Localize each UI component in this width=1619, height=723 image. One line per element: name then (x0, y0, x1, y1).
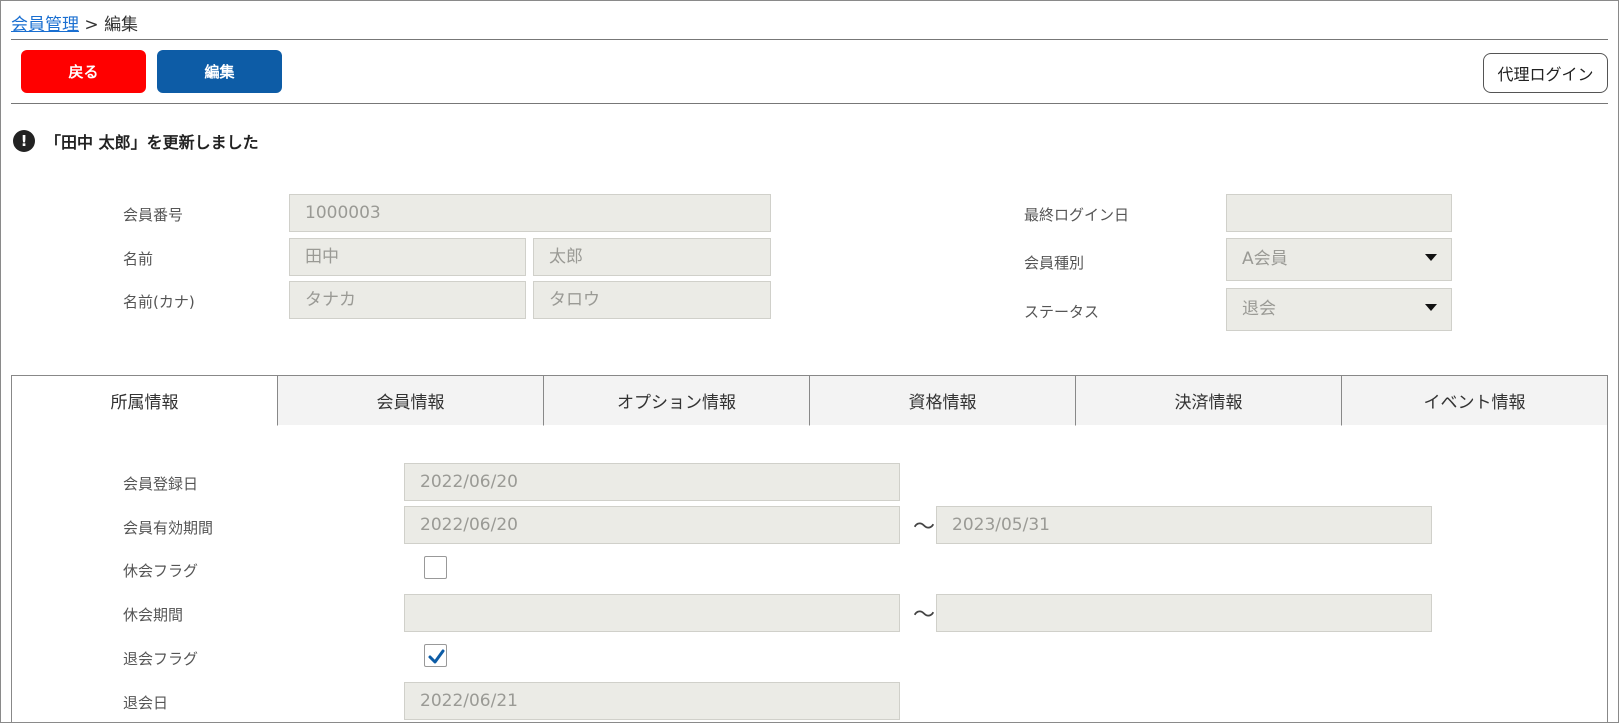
validity-from-field[interactable]: 2022/06/20 (404, 506, 900, 544)
suspend-to-field[interactable] (936, 594, 1432, 632)
tab-payment-info[interactable]: 決済情報 (1075, 376, 1341, 426)
status-value: 退会 (1242, 299, 1276, 319)
suspend-tilde: 〜 (913, 603, 936, 628)
member-type-select[interactable]: A会員 (1226, 238, 1452, 281)
withdraw-date-field[interactable]: 2022/06/21 (404, 682, 900, 720)
breadcrumb-current: 編集 (104, 15, 139, 35)
validity-tilde: 〜 (913, 515, 936, 540)
withdraw-date-label: 退会日 (123, 694, 169, 712)
exclamation-icon: ! (13, 130, 35, 152)
tab-event-info[interactable]: イベント情報 (1341, 376, 1607, 426)
tab-qualification-info[interactable]: 資格情報 (809, 376, 1075, 426)
name-kana-label: 名前(カナ) (123, 293, 195, 311)
tab-bar: 所属情報 会員情報 オプション情報 資格情報 決済情報 イベント情報 (12, 376, 1607, 426)
last-login-field[interactable] (1226, 194, 1452, 232)
last-name-field[interactable]: 田中 (289, 238, 526, 276)
status-select[interactable]: 退会 (1226, 288, 1452, 331)
registration-date-field[interactable]: 2022/06/20 (404, 463, 900, 501)
withdraw-flag-checkbox[interactable] (424, 644, 447, 667)
top-divider (11, 39, 1608, 40)
checkmark-icon (428, 649, 445, 664)
first-name-kana-field[interactable]: タロウ (533, 281, 771, 319)
suspend-from-field[interactable] (404, 594, 900, 632)
tab-affiliation[interactable]: 所属情報 (12, 376, 277, 426)
breadcrumb-separator: > (79, 15, 105, 35)
validity-period-label: 会員有効期間 (123, 519, 214, 537)
toolbar-divider (11, 103, 1608, 104)
notice-message: 「田中 太郎」を更新しました (45, 133, 259, 152)
back-button[interactable]: 戻る (21, 50, 146, 93)
update-notice: ! 「田中 太郎」を更新しました (13, 129, 259, 153)
first-name-field[interactable]: 太郎 (533, 238, 771, 276)
breadcrumb: 会員管理 > 編集 (11, 10, 138, 35)
registration-date-label: 会員登録日 (123, 475, 199, 493)
suspend-period-label: 休会期間 (123, 606, 184, 624)
breadcrumb-link-member-management[interactable]: 会員管理 (11, 15, 79, 35)
tab-option-info[interactable]: オプション情報 (543, 376, 809, 426)
caret-down-icon (1425, 304, 1437, 311)
status-label: ステータス (1024, 303, 1100, 321)
member-type-value: A会員 (1242, 249, 1288, 269)
withdraw-flag-label: 退会フラグ (123, 650, 199, 668)
member-number-field[interactable]: 1000003 (289, 194, 771, 232)
last-name-kana-field[interactable]: タナカ (289, 281, 526, 319)
name-label: 名前 (123, 250, 154, 268)
tab-panel: 所属情報 会員情報 オプション情報 資格情報 決済情報 イベント情報 (11, 375, 1608, 722)
suspend-flag-checkbox[interactable] (424, 556, 447, 579)
tab-member-info[interactable]: 会員情報 (277, 376, 543, 426)
suspend-flag-label: 休会フラグ (123, 562, 199, 580)
member-number-label: 会員番号 (123, 206, 184, 224)
proxy-login-button[interactable]: 代理ログイン (1483, 53, 1608, 93)
caret-down-icon (1425, 254, 1437, 261)
validity-to-field[interactable]: 2023/05/31 (936, 506, 1432, 544)
page-frame: 会員管理 > 編集 戻る 編集 代理ログイン ! 「田中 太郎」を更新しました … (0, 0, 1619, 723)
edit-button[interactable]: 編集 (157, 50, 282, 93)
last-login-label: 最終ログイン日 (1024, 206, 1130, 224)
member-type-label: 会員種別 (1024, 254, 1085, 272)
